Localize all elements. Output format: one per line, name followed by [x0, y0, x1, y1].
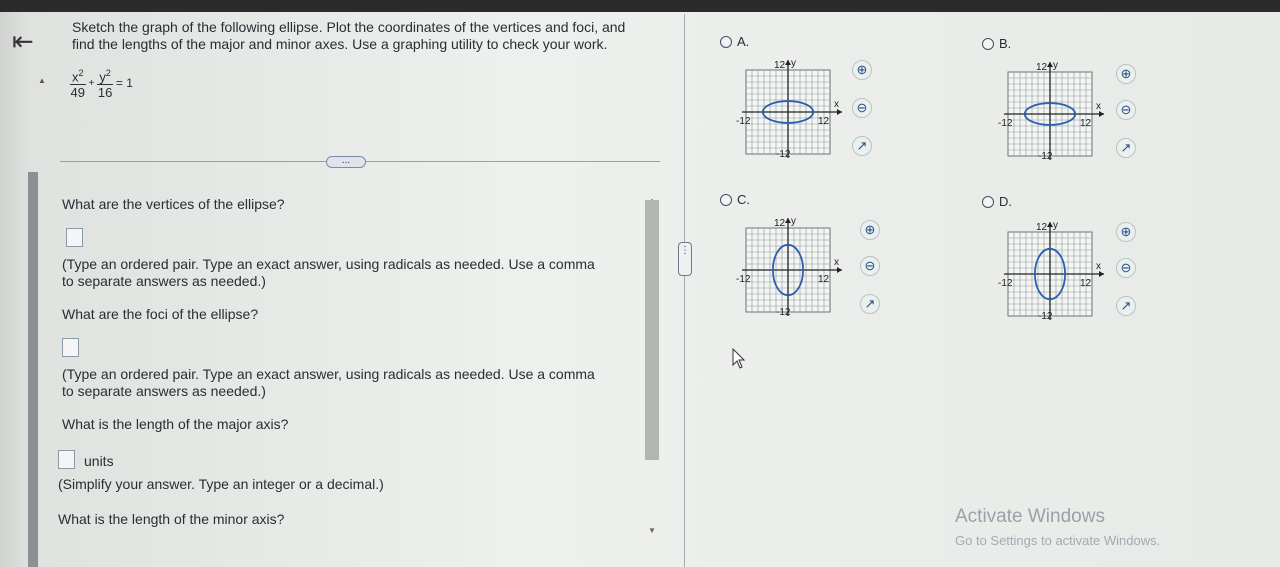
- option-d[interactable]: D.: [982, 194, 1012, 209]
- bottom-tick-label: -12: [1038, 151, 1053, 162]
- graph-option-b: 12 -12 12 -12 x y: [998, 60, 1104, 162]
- activate-windows-title: Activate Windows: [955, 506, 1105, 527]
- option-a-radio[interactable]: [720, 35, 732, 48]
- x-axis-label: x: [834, 257, 839, 268]
- zoom-out-icon[interactable]: ⊖: [852, 98, 872, 118]
- option-c[interactable]: C.: [720, 192, 750, 207]
- option-c-radio[interactable]: [720, 193, 732, 206]
- scroll-down-icon[interactable]: ▼: [648, 526, 656, 535]
- option-d-label: D.: [999, 194, 1012, 209]
- zoom-out-icon[interactable]: ⊖: [860, 256, 880, 276]
- zoom-in-icon[interactable]: ⊕: [1116, 64, 1136, 84]
- y-term: y2 16: [97, 66, 113, 100]
- graph-option-d: 12 -12 12 -12 x y: [998, 220, 1104, 322]
- zoom-in-icon[interactable]: ⊕: [1116, 222, 1136, 242]
- units-label: units: [84, 453, 114, 469]
- y-exponent: 2: [105, 68, 111, 78]
- activate-windows-subtitle: Go to Settings to activate Windows.: [955, 533, 1161, 548]
- y-axis-label: y: [1053, 220, 1058, 231]
- x-axis-label: x: [1096, 261, 1101, 272]
- x-exponent: 2: [78, 68, 84, 78]
- zoom-in-icon[interactable]: ⊕: [852, 60, 872, 80]
- left-tick-label: -12: [998, 118, 1013, 129]
- right-tick-label: 12: [1080, 118, 1092, 129]
- y-axis-label: y: [791, 58, 796, 69]
- major-axis-hint: (Simplify your answer. Type an integer o…: [58, 476, 384, 492]
- prompt-line-1: Sketch the graph of the following ellips…: [72, 19, 626, 35]
- question-major-axis: What is the length of the major axis?: [62, 416, 289, 432]
- left-scroll-band: [28, 172, 38, 567]
- option-c-label: C.: [737, 192, 750, 207]
- zoom-out-icon[interactable]: ⊖: [1116, 100, 1136, 120]
- left-tick-label: -12: [736, 116, 751, 127]
- pane-resize-handle[interactable]: ⋮: [678, 242, 692, 276]
- right-tick-label: 12: [1080, 278, 1092, 289]
- question-minor-axis: What is the length of the minor axis?: [58, 511, 285, 527]
- top-tick-label: 12: [774, 218, 786, 229]
- prompt-line-2: find the lengths of the major and minor …: [72, 36, 608, 52]
- right-tick-label: 12: [818, 116, 830, 127]
- ellipse-equation: x2 49 + y2 16 = 1: [70, 66, 133, 100]
- y-denominator: 16: [97, 85, 113, 101]
- graph-option-a: 12 -12 12 -12 x y: [736, 58, 842, 160]
- bottom-tick-label: -12: [776, 307, 791, 318]
- y-axis-label: y: [1053, 60, 1058, 71]
- collapse-triangle-icon[interactable]: ▲: [38, 76, 46, 85]
- pane-divider: [684, 14, 685, 567]
- option-b[interactable]: B.: [982, 36, 1011, 51]
- graph-option-c: 12 -12 12 -12 x y: [736, 216, 842, 318]
- popout-icon[interactable]: ↗: [852, 136, 872, 156]
- left-tick-label: -12: [998, 278, 1013, 289]
- vertical-scrollbar[interactable]: [645, 200, 659, 460]
- option-d-radio[interactable]: [982, 195, 994, 208]
- option-a[interactable]: A.: [720, 34, 749, 49]
- question-foci: What are the foci of the ellipse?: [62, 306, 259, 322]
- equals-one: = 1: [115, 76, 133, 91]
- popout-icon[interactable]: ↗: [1116, 138, 1136, 158]
- major-axis-answer-input[interactable]: [58, 450, 75, 469]
- vertices-hint: (Type an ordered pair. Type an exact ans…: [62, 256, 595, 289]
- problem-prompt: Sketch the graph of the following ellips…: [72, 19, 672, 53]
- top-dark-bar: [0, 0, 1280, 12]
- zoom-out-icon[interactable]: ⊖: [1116, 258, 1136, 278]
- top-tick-label: 12: [774, 60, 786, 71]
- foci-answer-input[interactable]: [62, 338, 79, 357]
- left-margin: [0, 12, 28, 567]
- option-b-label: B.: [999, 36, 1012, 51]
- back-arrow-icon[interactable]: ⇤: [12, 26, 34, 57]
- x-axis-label: x: [1096, 101, 1101, 112]
- vertices-answer-input[interactable]: [66, 228, 83, 247]
- bottom-tick-label: -12: [1038, 311, 1053, 322]
- zoom-in-icon[interactable]: ⊕: [860, 220, 880, 240]
- y-axis-label: y: [791, 216, 796, 227]
- bottom-tick-label: -12: [776, 149, 791, 160]
- option-b-radio[interactable]: [982, 37, 994, 50]
- top-tick-label: 12: [1036, 222, 1048, 233]
- x-term: x2 49: [70, 66, 86, 100]
- x-axis-label: x: [834, 99, 839, 110]
- foci-hint: (Type an ordered pair. Type an exact ans…: [62, 366, 595, 399]
- option-a-label: A.: [737, 34, 750, 49]
- popout-icon[interactable]: ↗: [860, 294, 880, 314]
- more-button[interactable]: ...: [326, 156, 366, 168]
- mouse-pointer-icon: [732, 348, 746, 369]
- right-tick-label: 12: [818, 274, 830, 285]
- question-vertices: What are the vertices of the ellipse?: [62, 196, 285, 212]
- top-tick-label: 12: [1036, 62, 1048, 73]
- plus-sign: +: [88, 77, 95, 89]
- left-tick-label: -12: [736, 274, 751, 285]
- popout-icon[interactable]: ↗: [1116, 296, 1136, 316]
- x-denominator: 49: [70, 85, 85, 101]
